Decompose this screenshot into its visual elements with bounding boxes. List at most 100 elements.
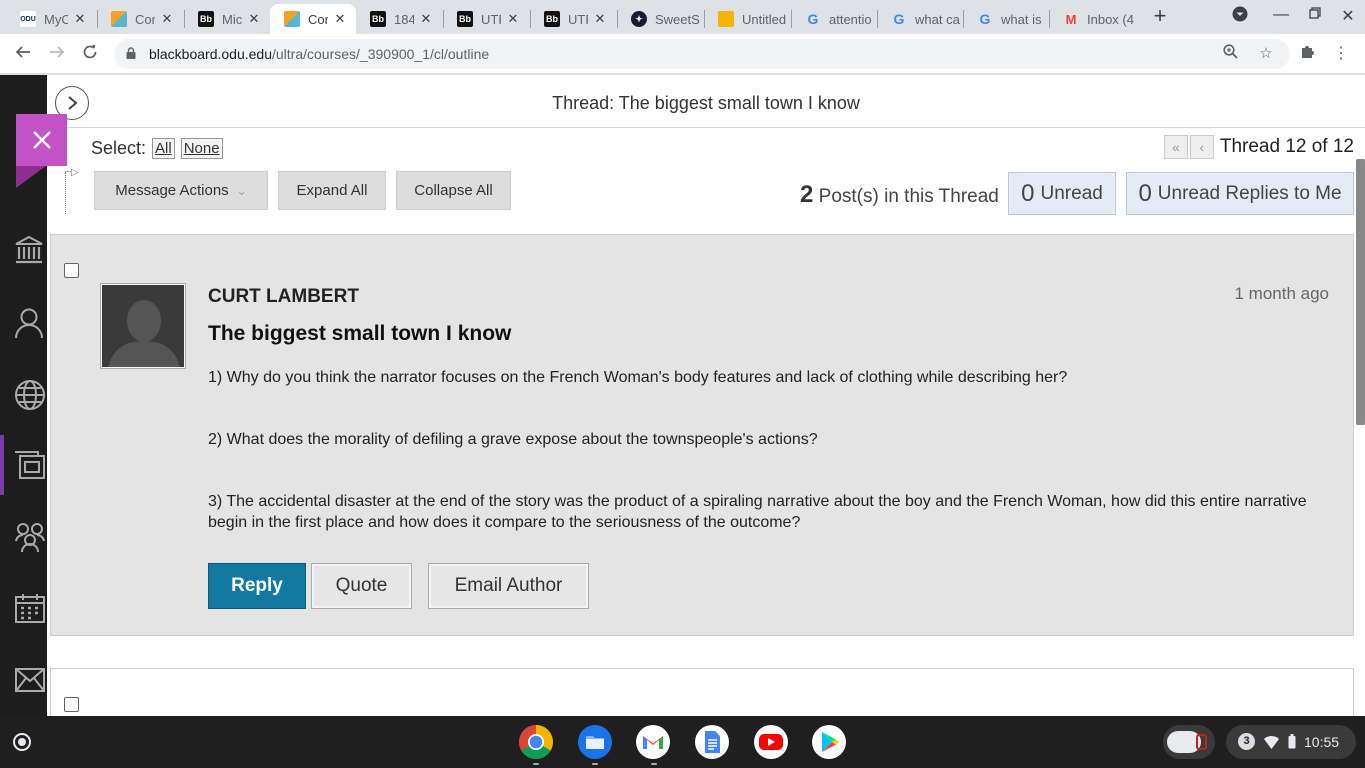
holding-space-icon[interactable] [1163,725,1215,759]
pencil-icon [111,11,127,27]
bookmark-star-icon[interactable]: ☆ [1256,44,1276,62]
tab-blackboard[interactable]: Bb UTF ✕ [443,4,529,34]
tab-slides[interactable]: Untitled [704,4,790,34]
app-running-indicator [592,763,598,765]
post-author[interactable]: CURT LAMBERT [208,286,359,308]
close-icon[interactable]: ✕ [159,11,175,27]
tab-gmail[interactable]: M Inbox (4 [1049,4,1137,34]
youtube-icon[interactable] [753,724,789,760]
calendar-icon[interactable] [0,578,47,638]
email-author-button[interactable]: Email Author [428,563,589,609]
extensions-icon[interactable] [1297,43,1319,64]
docs-icon[interactable] [694,724,730,760]
tab-myodu[interactable]: ODU MyO ✕ [6,4,96,34]
close-icon [32,131,51,149]
organizations-icon[interactable] [0,507,47,567]
tab-title: SweetS [655,11,700,27]
gmail-icon: M [1065,11,1077,27]
forward-icon[interactable] [45,42,69,66]
institution-icon[interactable] [0,220,47,280]
tab-title: UTF [481,11,501,27]
reply-button[interactable]: Reply [208,563,306,609]
browser-menu-icon[interactable]: ⋮ [1330,43,1352,63]
launcher-icon[interactable] [13,733,31,751]
tab-strip: ODU MyO ✕ Cor ✕ Bb Mic ✕ Cor ✕ Bb 184 ✕ … [0,0,1365,34]
tab-search-icon[interactable] [1229,6,1251,27]
url-text: blackboard.odu.edu/ultra/courses/_390900… [149,46,490,62]
new-tab-button[interactable]: + [1148,5,1172,29]
tab-sweetstudy[interactable]: ✦ SweetS [617,4,703,34]
thread-position: Thread 12 of 12 [1219,136,1354,157]
zoom-icon[interactable] [1220,44,1240,63]
tab-title: UTF [568,11,588,27]
bb-icon: Bb [457,11,473,27]
google-icon: G [979,11,991,27]
tab-blackboard[interactable]: Bb Mic ✕ [184,4,270,34]
message-actions-button[interactable]: Message Actions ⌄ [94,171,268,210]
close-panel-button[interactable] [16,114,67,166]
tab-title: attentio [829,11,872,27]
close-icon[interactable]: ✕ [246,11,262,27]
previous-thread-icon[interactable]: ‹ [1189,135,1214,159]
gmail-app-icon[interactable] [635,724,671,760]
tree-connector [65,172,66,214]
address-bar[interactable]: blackboard.odu.edu/ultra/courses/_390900… [114,39,1290,69]
expand-all-button[interactable]: Expand All [278,171,386,210]
select-all-link[interactable]: All [152,138,175,159]
chrome-icon[interactable] [518,724,554,760]
tab-title: Mic [222,11,242,27]
minimize-icon[interactable]: — [1270,6,1292,24]
close-flag-tail [16,166,46,188]
page-title: Thread: The biggest small town I know [552,93,860,113]
tab-blackboard[interactable]: Bb UTF ✕ [530,4,616,34]
post-paragraph: 1) Why do you think the narrator focuses… [208,369,1068,386]
globe-icon[interactable] [0,365,47,425]
avatar [100,283,186,369]
collapse-all-button[interactable]: Collapse All [396,171,511,210]
post-checkbox[interactable] [64,263,79,278]
bb-icon: Bb [198,11,214,27]
bb-icon: Bb [370,11,386,27]
messages-icon[interactable] [0,650,47,710]
os-shelf: 3 10:55 [0,716,1365,768]
tab-course[interactable]: Cor ✕ [97,4,183,34]
play-store-icon[interactable] [811,724,847,760]
tab-course-active[interactable]: Cor ✕ [270,4,356,34]
first-thread-icon[interactable]: « [1163,135,1188,159]
tab-google[interactable]: G what ca [877,4,963,34]
courses-icon[interactable] [0,435,47,495]
reload-icon[interactable] [78,42,102,66]
tab-google[interactable]: G attentio [791,4,877,34]
post-subject: The biggest small town I know [208,322,512,345]
unread-button[interactable]: 0 Unread [1008,172,1116,215]
scrollbar[interactable] [1356,159,1365,425]
battery-icon [1288,734,1296,749]
close-icon[interactable]: ✕ [418,11,434,27]
window-close-icon[interactable]: ✕ [1337,6,1359,26]
unread-replies-button[interactable]: 0 Unread Replies to Me [1126,172,1354,215]
restore-icon[interactable] [1304,6,1326,24]
quote-button[interactable]: Quote [311,563,412,609]
tab-title: MyO [44,11,68,27]
close-icon[interactable]: ✕ [592,11,608,27]
close-icon[interactable]: ✕ [505,11,521,27]
status-tray[interactable]: 3 10:55 [1226,725,1356,759]
wifi-icon [1264,736,1279,749]
close-icon[interactable]: ✕ [332,11,348,27]
posts-in-thread: 2 Post(s) in this Thread [800,181,999,208]
tab-title: what is [1001,11,1042,27]
post-paragraph: 2) What does the morality of defiling a … [208,431,818,448]
google-icon: G [893,11,905,27]
back-icon[interactable] [11,42,35,66]
thread-navigation: « ‹ Thread 12 of 12 [1162,135,1354,159]
tab-google[interactable]: G what is [963,4,1049,34]
select-row: Select: All None [91,138,223,159]
post-checkbox[interactable] [64,697,79,712]
tab-title: what ca [915,11,960,27]
close-icon[interactable]: ✕ [72,11,88,27]
profile-icon[interactable] [0,293,47,353]
select-label: Select: [91,138,147,158]
tab-blackboard[interactable]: Bb 184 ✕ [356,4,442,34]
files-icon[interactable] [577,724,613,760]
select-none-link[interactable]: None [180,138,223,159]
